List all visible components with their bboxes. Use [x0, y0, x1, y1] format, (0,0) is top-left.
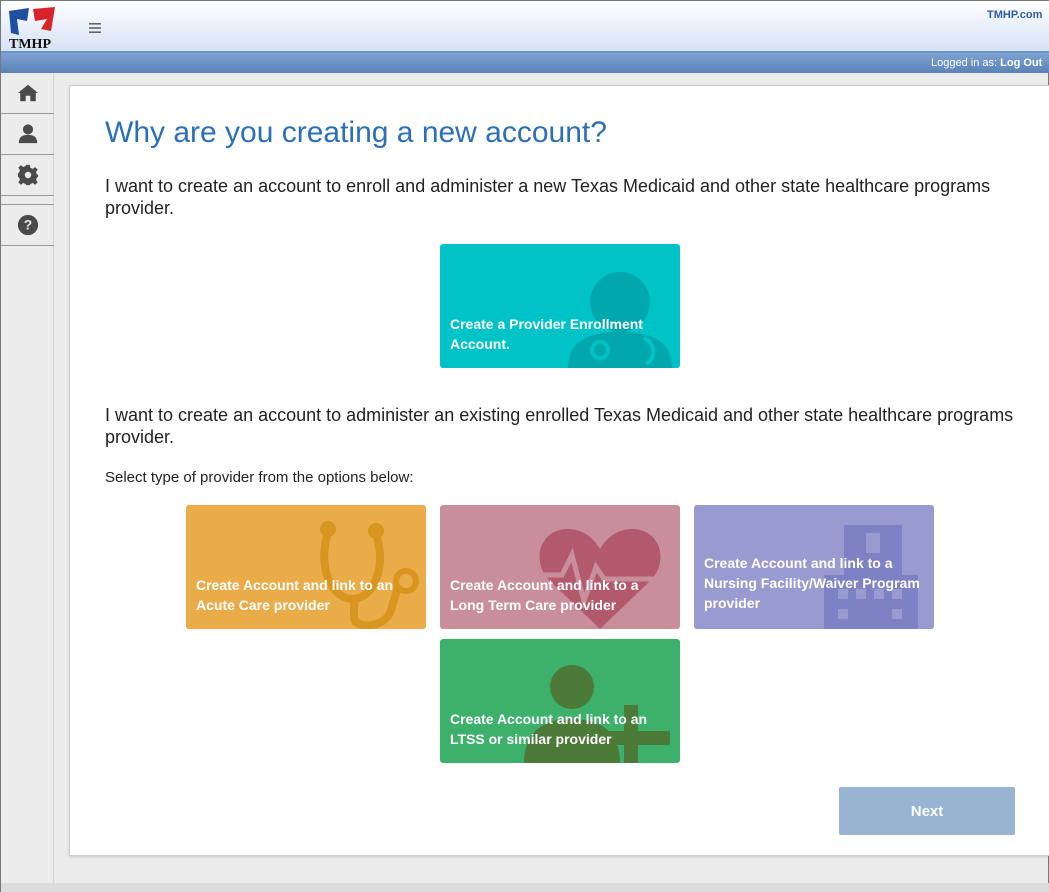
svg-text:?: ?: [23, 218, 31, 233]
tmhp-site-link[interactable]: TMHP.com: [987, 9, 1049, 21]
help-icon: ?: [17, 214, 38, 236]
create-enrollment-account-tile[interactable]: Create a Provider Enrollment Account.: [440, 244, 680, 368]
sidebar-item-profile[interactable]: [1, 114, 54, 154]
logged-in-status: Logged in as: Log Out: [931, 57, 1049, 69]
user-status-bar: Logged in as: Log Out: [1, 53, 1049, 73]
existing-provider-description: I want to create an account to administe…: [105, 405, 1014, 447]
page-title: Why are you creating a new account?: [105, 116, 607, 149]
bottom-bar: [1, 883, 1049, 892]
sidebar-item-help[interactable]: ?: [1, 205, 54, 245]
sidebar-item-settings[interactable]: [1, 155, 54, 195]
texas-flag-icon: [9, 7, 55, 35]
acute-care-tile-label: Create Account and link to an Acute Care…: [196, 577, 394, 613]
account-type-card: Why are you creating a new account? I wa…: [69, 85, 1049, 856]
new-provider-description: I want to create an account to enroll an…: [105, 176, 991, 218]
hamburger-menu-button[interactable]: [89, 19, 101, 37]
logo-text: TMHP: [9, 37, 51, 52]
sidebar-divider: [1, 195, 54, 196]
sidebar: ?: [1, 73, 54, 891]
long-term-care-provider-tile[interactable]: Create Account and link to a Long Term C…: [440, 505, 680, 629]
ltss-provider-tile[interactable]: Create Account and link to an LTSS or si…: [440, 639, 680, 763]
home-icon: [17, 84, 38, 102]
enrollment-tile-label: Create a Provider Enrollment Account.: [450, 316, 643, 352]
ltss-tile-label: Create Account and link to an LTSS or si…: [450, 711, 648, 747]
app-header: TMHP TMHP.com: [1, 1, 1049, 53]
select-provider-type-label: Select type of provider from the options…: [105, 469, 414, 486]
user-icon: [18, 124, 37, 144]
gear-icon: [17, 164, 38, 186]
long-term-care-tile-label: Create Account and link to a Long Term C…: [450, 577, 639, 613]
logout-link[interactable]: Log Out: [1000, 57, 1042, 69]
acute-care-provider-tile[interactable]: Create Account and link to an Acute Care…: [186, 505, 426, 629]
logged-in-label: Logged in as:: [931, 57, 998, 69]
next-button[interactable]: Next: [839, 787, 1015, 835]
nursing-facility-tile-label: Create Account and link to a Nursing Fac…: [704, 555, 920, 611]
nursing-facility-provider-tile[interactable]: Create Account and link to a Nursing Fac…: [694, 505, 934, 629]
sidebar-item-home[interactable]: [1, 73, 54, 113]
tmhp-logo[interactable]: TMHP: [7, 7, 59, 52]
sidebar-divider: [1, 245, 54, 246]
hamburger-icon: [89, 23, 101, 33]
